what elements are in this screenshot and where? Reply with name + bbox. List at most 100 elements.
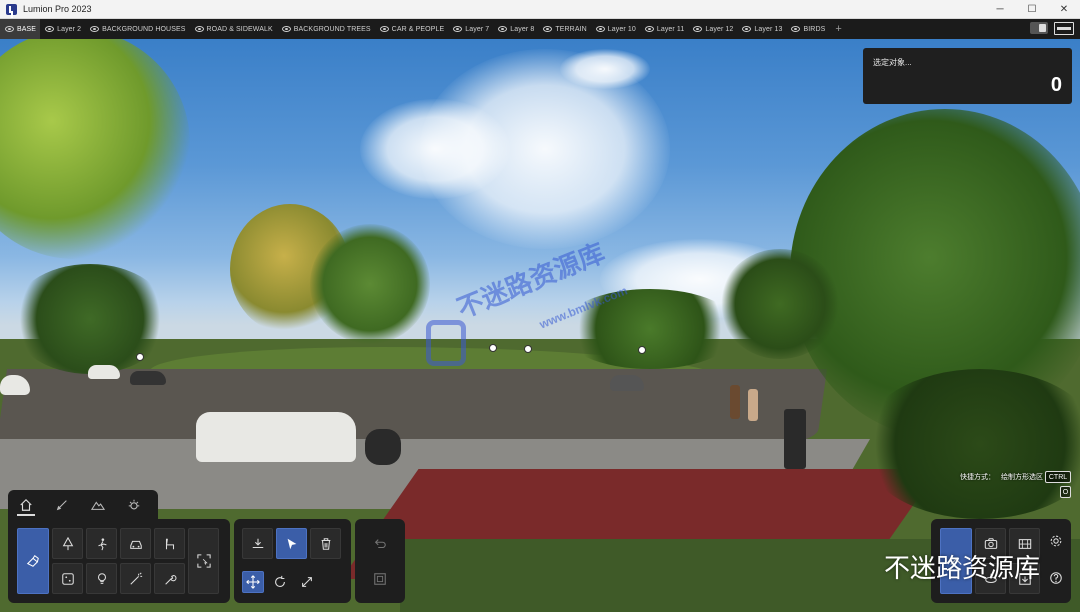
minimize-button[interactable]: ─ <box>984 0 1016 19</box>
dice-icon <box>61 572 74 585</box>
eye-icon[interactable] <box>791 26 801 32</box>
layer-label: CAR & PEOPLE <box>391 25 445 33</box>
layer-tab-car-people[interactable]: CAR & PEOPLE <box>375 19 449 39</box>
layer-tab-base[interactable]: BASE <box>0 19 41 39</box>
layer-bar: BASE Layer 2 BACKGROUND HOUSES ROAD & SI… <box>0 19 1080 39</box>
select-region-button[interactable] <box>188 528 219 594</box>
nature-button[interactable] <box>52 528 83 559</box>
window-title: Lumion Pro 2023 <box>23 4 92 14</box>
move-button[interactable] <box>242 571 264 593</box>
effects-icon <box>129 572 142 585</box>
layer-tab-10[interactable]: Layer 10 <box>591 19 640 39</box>
layer-label: Layer 13 <box>754 25 783 33</box>
indoor-button[interactable] <box>154 528 185 559</box>
settings-button[interactable] <box>1045 530 1067 552</box>
cloud <box>560 49 650 89</box>
eye-icon[interactable] <box>498 26 508 32</box>
place-down-button[interactable] <box>242 528 273 559</box>
tree <box>0 39 190 259</box>
layer-label: Layer 8 <box>510 25 535 33</box>
settings-icon <box>1050 535 1062 547</box>
layer-tab-8[interactable]: Layer 8 <box>493 19 538 39</box>
selection-panel: 选定对象... 0 <box>863 48 1072 104</box>
delete-button[interactable] <box>310 528 341 559</box>
layer-tab-background-houses[interactable]: BACKGROUND HOUSES <box>85 19 189 39</box>
eye-icon[interactable] <box>453 26 463 32</box>
select-arrow-icon <box>287 538 296 549</box>
layer-label: Layer 7 <box>465 25 490 33</box>
layer-label: TERRAIN <box>555 25 587 33</box>
effects-button[interactable] <box>120 563 151 594</box>
scale-icon <box>302 577 312 587</box>
brush-icon <box>56 500 67 511</box>
parked-car <box>88 365 120 379</box>
layer-tab-12[interactable]: Layer 12 <box>688 19 737 39</box>
place-object-button[interactable] <box>17 528 49 594</box>
layer-label: Layer 11 <box>656 25 685 33</box>
eye-icon[interactable] <box>742 26 752 32</box>
toolbar-tabs <box>8 490 158 520</box>
place-down-icon <box>252 538 263 548</box>
layer-tab-background-trees[interactable]: BACKGROUND TREES <box>277 19 375 39</box>
wrench-icon <box>164 574 176 585</box>
eye-icon[interactable] <box>90 26 100 32</box>
add-layer-button[interactable]: + <box>835 23 841 35</box>
tree <box>10 264 170 374</box>
layer-tab-birds[interactable]: BIRDS <box>786 19 829 39</box>
rotate-button[interactable] <box>269 571 291 593</box>
eye-icon[interactable] <box>595 26 605 32</box>
layer-label: ROAD & SIDEWALK <box>206 25 273 33</box>
layer-tab-2[interactable]: Layer 2 <box>40 19 85 39</box>
group-icon <box>373 572 386 585</box>
maximize-button[interactable]: ☐ <box>1016 0 1048 19</box>
fullscreen-icon[interactable] <box>1054 22 1074 35</box>
layer-tab-7[interactable]: Layer 7 <box>448 19 493 39</box>
object-marker[interactable] <box>136 353 144 361</box>
lightbulb-icon <box>97 572 106 584</box>
pedestrian <box>748 389 758 421</box>
tab-landscape[interactable] <box>80 490 116 520</box>
eye-icon[interactable] <box>644 26 654 32</box>
select-button[interactable] <box>276 528 307 559</box>
undo-button[interactable] <box>364 528 395 559</box>
layer-tab-terrain[interactable]: TERRAIN <box>538 19 590 39</box>
transport-button[interactable] <box>120 528 151 559</box>
select-region-icon <box>196 554 211 568</box>
shortcut-label: 快捷方式： <box>960 474 995 481</box>
eye-icon[interactable] <box>5 26 14 32</box>
eye-icon[interactable] <box>693 26 703 32</box>
eye-icon[interactable] <box>194 26 204 32</box>
watermark-bottom-text: 不迷路资源库 <box>884 553 1041 583</box>
eye-icon[interactable] <box>281 26 291 32</box>
eye-icon[interactable] <box>543 26 553 32</box>
object-marker[interactable] <box>638 346 646 354</box>
tree-icon <box>62 536 73 550</box>
layer-tab-13[interactable]: Layer 13 <box>737 19 786 39</box>
eye-icon[interactable] <box>379 26 389 32</box>
lights-button[interactable] <box>86 563 117 594</box>
help-button[interactable] <box>1045 567 1067 589</box>
tree <box>310 224 430 344</box>
cyclist <box>784 409 806 469</box>
move-icon <box>246 575 260 589</box>
toggle-switch[interactable] <box>1030 22 1048 34</box>
layer-label: Layer 10 <box>607 25 636 33</box>
scale-button[interactable] <box>296 571 318 593</box>
tab-weather[interactable] <box>116 490 152 520</box>
group-button[interactable] <box>364 563 395 594</box>
layer-tab-road-sidewalk[interactable]: ROAD & SIDEWALK <box>190 19 277 39</box>
utilities-button[interactable] <box>154 563 185 594</box>
eye-icon[interactable] <box>45 26 55 32</box>
layer-label: Layer 2 <box>57 25 82 33</box>
shortcut-action: 绘制方形选区 <box>1001 474 1043 481</box>
tab-objects[interactable] <box>8 490 44 520</box>
tab-materials[interactable] <box>44 490 80 520</box>
people-button[interactable] <box>86 528 117 559</box>
layer-tab-11[interactable]: Layer 11 <box>640 19 689 39</box>
close-button[interactable]: ✕ <box>1048 0 1080 19</box>
o-key: O <box>1060 486 1071 498</box>
object-marker[interactable] <box>489 344 497 352</box>
object-marker[interactable] <box>524 345 532 353</box>
objects-misc-button[interactable] <box>52 563 83 594</box>
title-bar: Lumion Pro 2023 ─ ☐ ✕ <box>0 0 1080 19</box>
